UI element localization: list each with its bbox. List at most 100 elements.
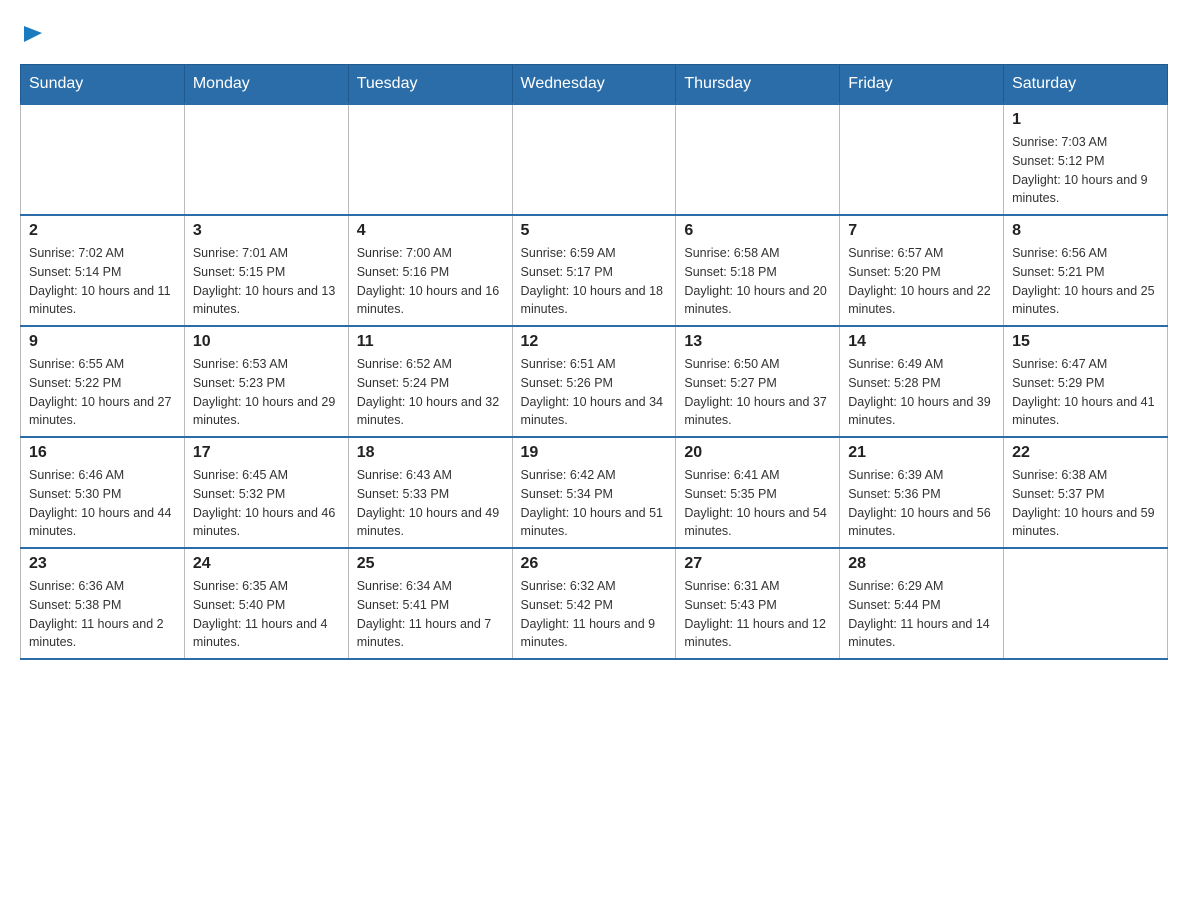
- page-header: [20, 20, 1168, 44]
- calendar-week-row: 9 Sunrise: 6:55 AM Sunset: 5:22 PM Daylig…: [21, 326, 1168, 437]
- day-number: 2: [29, 222, 176, 240]
- calendar-cell: 10 Sunrise: 6:53 AM Sunset: 5:23 PM Dayli…: [184, 326, 348, 437]
- calendar-cell: 7 Sunrise: 6:57 AM Sunset: 5:20 PM Daylig…: [840, 215, 1004, 326]
- calendar-cell: [21, 104, 185, 215]
- day-number: 5: [521, 222, 668, 240]
- day-number: 26: [521, 555, 668, 573]
- calendar-cell: [840, 104, 1004, 215]
- day-number: 27: [684, 555, 831, 573]
- day-header-tuesday: Tuesday: [348, 65, 512, 105]
- day-header-saturday: Saturday: [1004, 65, 1168, 105]
- day-header-sunday: Sunday: [21, 65, 185, 105]
- day-info: Sunrise: 6:41 AM Sunset: 5:35 PM Dayligh…: [684, 466, 831, 541]
- day-header-thursday: Thursday: [676, 65, 840, 105]
- calendar-cell: 13 Sunrise: 6:50 AM Sunset: 5:27 PM Dayli…: [676, 326, 840, 437]
- day-info: Sunrise: 7:03 AM Sunset: 5:12 PM Dayligh…: [1012, 133, 1159, 208]
- calendar-cell: [512, 104, 676, 215]
- calendar-cell: 22 Sunrise: 6:38 AM Sunset: 5:37 PM Dayli…: [1004, 437, 1168, 548]
- day-info: Sunrise: 6:29 AM Sunset: 5:44 PM Dayligh…: [848, 577, 995, 652]
- day-number: 24: [193, 555, 340, 573]
- day-number: 16: [29, 444, 176, 462]
- calendar-week-row: 16 Sunrise: 6:46 AM Sunset: 5:30 PM Dayli…: [21, 437, 1168, 548]
- calendar-week-row: 1 Sunrise: 7:03 AM Sunset: 5:12 PM Daylig…: [21, 104, 1168, 215]
- calendar-cell: 18Sunrise: 6:43 AM Sunset: 5:33 PM Dayli…: [348, 437, 512, 548]
- day-info: Sunrise: 6:36 AM Sunset: 5:38 PM Dayligh…: [29, 577, 176, 652]
- day-number: 9: [29, 333, 176, 351]
- day-number: 15: [1012, 333, 1159, 351]
- day-number: 28: [848, 555, 995, 573]
- day-number: 6: [684, 222, 831, 240]
- day-info: Sunrise: 6:59 AM Sunset: 5:17 PM Dayligh…: [521, 244, 668, 319]
- day-info: Sunrise: 7:02 AM Sunset: 5:14 PM Dayligh…: [29, 244, 176, 319]
- day-info: Sunrise: 6:46 AM Sunset: 5:30 PM Dayligh…: [29, 466, 176, 541]
- calendar-cell: 26 Sunrise: 6:32 AM Sunset: 5:42 PM Dayli…: [512, 548, 676, 659]
- logo-arrow-icon: [22, 22, 44, 44]
- day-number: 20: [684, 444, 831, 462]
- day-number: 18: [357, 444, 504, 462]
- day-info: Sunrise: 6:53 AM Sunset: 5:23 PM Dayligh…: [193, 355, 340, 430]
- day-number: 12: [521, 333, 668, 351]
- calendar-cell: 24 Sunrise: 6:35 AM Sunset: 5:40 PM Dayli…: [184, 548, 348, 659]
- day-number: 1: [1012, 111, 1159, 129]
- day-info: Sunrise: 6:51 AM Sunset: 5:26 PM Dayligh…: [521, 355, 668, 430]
- day-number: 22: [1012, 444, 1159, 462]
- day-info: Sunrise: 6:38 AM Sunset: 5:37 PM Dayligh…: [1012, 466, 1159, 541]
- calendar-table: SundayMondayTuesdayWednesdayThursdayFrid…: [20, 64, 1168, 660]
- day-info: Sunrise: 6:55 AM Sunset: 5:22 PM Dayligh…: [29, 355, 176, 430]
- day-header-friday: Friday: [840, 65, 1004, 105]
- day-info: Sunrise: 6:32 AM Sunset: 5:42 PM Dayligh…: [521, 577, 668, 652]
- logo: [20, 20, 44, 44]
- calendar-cell: [184, 104, 348, 215]
- calendar-cell: 27 Sunrise: 6:31 AM Sunset: 5:43 PM Dayli…: [676, 548, 840, 659]
- day-number: 25: [357, 555, 504, 573]
- day-number: 4: [357, 222, 504, 240]
- calendar-cell: 2 Sunrise: 7:02 AM Sunset: 5:14 PM Daylig…: [21, 215, 185, 326]
- day-info: Sunrise: 6:50 AM Sunset: 5:27 PM Dayligh…: [684, 355, 831, 430]
- calendar-cell: 9 Sunrise: 6:55 AM Sunset: 5:22 PM Daylig…: [21, 326, 185, 437]
- day-header-wednesday: Wednesday: [512, 65, 676, 105]
- calendar-cell: 12 Sunrise: 6:51 AM Sunset: 5:26 PM Dayli…: [512, 326, 676, 437]
- day-header-monday: Monday: [184, 65, 348, 105]
- calendar-cell: 5 Sunrise: 6:59 AM Sunset: 5:17 PM Daylig…: [512, 215, 676, 326]
- calendar-cell: 15Sunrise: 6:47 AM Sunset: 5:29 PM Dayli…: [1004, 326, 1168, 437]
- calendar-week-row: 2 Sunrise: 7:02 AM Sunset: 5:14 PM Daylig…: [21, 215, 1168, 326]
- calendar-cell: [1004, 548, 1168, 659]
- day-number: 17: [193, 444, 340, 462]
- day-info: Sunrise: 6:34 AM Sunset: 5:41 PM Dayligh…: [357, 577, 504, 652]
- day-info: Sunrise: 6:35 AM Sunset: 5:40 PM Dayligh…: [193, 577, 340, 652]
- calendar-cell: [348, 104, 512, 215]
- day-info: Sunrise: 6:39 AM Sunset: 5:36 PM Dayligh…: [848, 466, 995, 541]
- day-number: 8: [1012, 222, 1159, 240]
- day-number: 10: [193, 333, 340, 351]
- day-number: 21: [848, 444, 995, 462]
- day-number: 7: [848, 222, 995, 240]
- calendar-cell: 28 Sunrise: 6:29 AM Sunset: 5:44 PM Dayli…: [840, 548, 1004, 659]
- calendar-cell: 1 Sunrise: 7:03 AM Sunset: 5:12 PM Daylig…: [1004, 104, 1168, 215]
- day-number: 14: [848, 333, 995, 351]
- calendar-cell: 14Sunrise: 6:49 AM Sunset: 5:28 PM Dayli…: [840, 326, 1004, 437]
- calendar-cell: 20 Sunrise: 6:41 AM Sunset: 5:35 PM Dayli…: [676, 437, 840, 548]
- day-info: Sunrise: 6:58 AM Sunset: 5:18 PM Dayligh…: [684, 244, 831, 319]
- calendar-header-row: SundayMondayTuesdayWednesdayThursdayFrid…: [21, 65, 1168, 105]
- calendar-cell: [676, 104, 840, 215]
- calendar-cell: 4 Sunrise: 7:00 AM Sunset: 5:16 PM Daylig…: [348, 215, 512, 326]
- calendar-cell: 6 Sunrise: 6:58 AM Sunset: 5:18 PM Daylig…: [676, 215, 840, 326]
- day-info: Sunrise: 6:56 AM Sunset: 5:21 PM Dayligh…: [1012, 244, 1159, 319]
- day-info: Sunrise: 6:57 AM Sunset: 5:20 PM Dayligh…: [848, 244, 995, 319]
- day-info: Sunrise: 7:01 AM Sunset: 5:15 PM Dayligh…: [193, 244, 340, 319]
- calendar-cell: 25 Sunrise: 6:34 AM Sunset: 5:41 PM Dayli…: [348, 548, 512, 659]
- day-info: Sunrise: 6:31 AM Sunset: 5:43 PM Dayligh…: [684, 577, 831, 652]
- calendar-cell: 3 Sunrise: 7:01 AM Sunset: 5:15 PM Daylig…: [184, 215, 348, 326]
- calendar-cell: 11Sunrise: 6:52 AM Sunset: 5:24 PM Dayli…: [348, 326, 512, 437]
- calendar-week-row: 23 Sunrise: 6:36 AM Sunset: 5:38 PM Dayli…: [21, 548, 1168, 659]
- day-number: 23: [29, 555, 176, 573]
- calendar-cell: 8 Sunrise: 6:56 AM Sunset: 5:21 PM Daylig…: [1004, 215, 1168, 326]
- calendar-cell: 17 Sunrise: 6:45 AM Sunset: 5:32 PM Dayli…: [184, 437, 348, 548]
- day-number: 3: [193, 222, 340, 240]
- day-info: Sunrise: 7:00 AM Sunset: 5:16 PM Dayligh…: [357, 244, 504, 319]
- day-info: Sunrise: 6:45 AM Sunset: 5:32 PM Dayligh…: [193, 466, 340, 541]
- calendar-cell: 16 Sunrise: 6:46 AM Sunset: 5:30 PM Dayli…: [21, 437, 185, 548]
- day-number: 13: [684, 333, 831, 351]
- calendar-cell: 19Sunrise: 6:42 AM Sunset: 5:34 PM Dayli…: [512, 437, 676, 548]
- calendar-cell: 21 Sunrise: 6:39 AM Sunset: 5:36 PM Dayli…: [840, 437, 1004, 548]
